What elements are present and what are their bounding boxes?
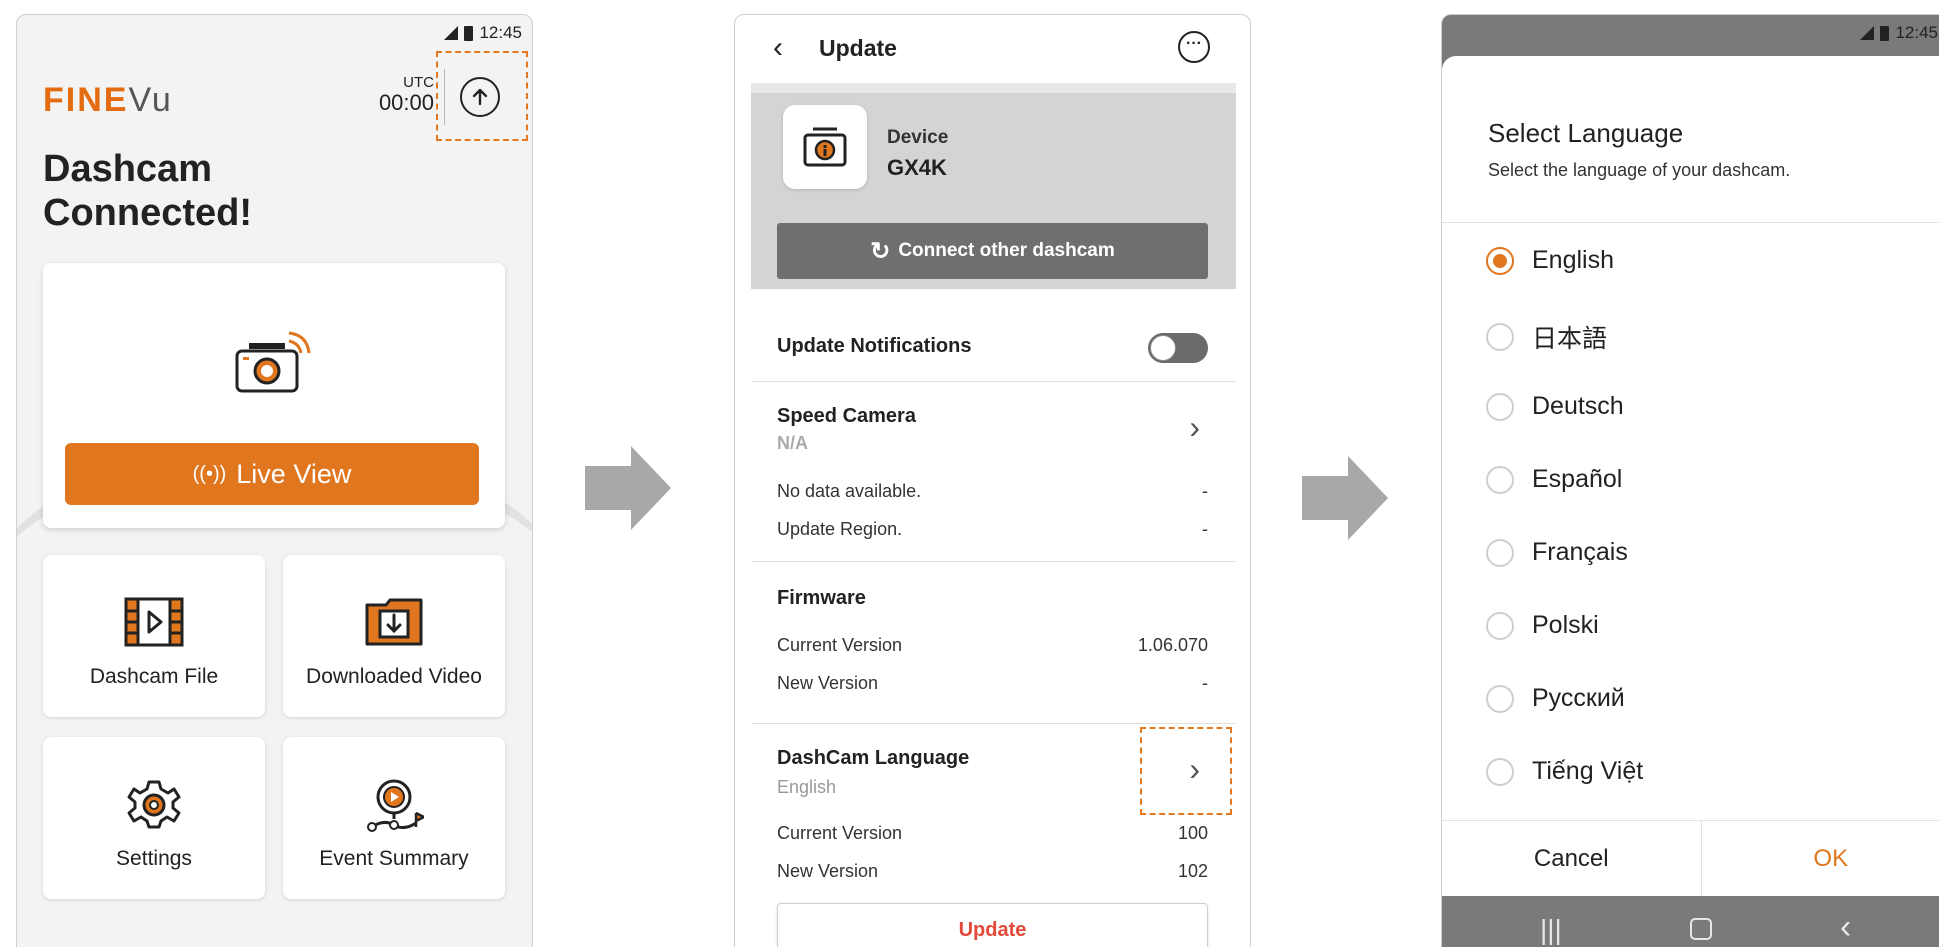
divider <box>444 69 445 125</box>
tile-label: Downloaded Video <box>306 665 482 688</box>
update-button[interactable]: Update <box>777 903 1208 947</box>
arrow-up-icon <box>472 88 488 106</box>
live-view-button[interactable]: ((•)) Live View <box>65 443 479 505</box>
select-language-screen: 12:45 Select Language Select the languag… <box>1441 14 1939 947</box>
broadcast-icon: ((•)) <box>192 462 227 485</box>
page-title: Dashcam Connected! <box>43 148 252 234</box>
radio[interactable] <box>1486 684 1514 713</box>
device-name: GX4K <box>887 155 947 180</box>
kv-row: Current Version 100 <box>777 823 1208 843</box>
kv-row: Update Region. - <box>777 519 1208 539</box>
speed-camera-chevron-icon[interactable]: › <box>1189 409 1200 446</box>
tile-label: Event Summary <box>319 847 469 870</box>
radio[interactable] <box>1486 465 1514 494</box>
utc-time: 00:00 <box>378 90 434 115</box>
flow-arrow-icon <box>585 446 671 530</box>
speed-camera-title: Speed Camera <box>777 405 916 427</box>
dialog-title: Select Language <box>1488 118 1684 148</box>
back-chevron-icon[interactable]: ‹ <box>773 31 783 65</box>
connect-label: Connect other dashcam <box>898 240 1115 261</box>
language-option[interactable]: English <box>1486 246 1614 275</box>
language-option[interactable]: Français <box>1486 538 1628 567</box>
divider <box>751 381 1236 382</box>
language-highlight-box <box>1140 727 1232 815</box>
update-notifications-toggle[interactable] <box>1148 333 1208 363</box>
radio[interactable] <box>1486 611 1514 640</box>
signal-icon <box>1860 26 1875 40</box>
radio[interactable] <box>1486 538 1514 567</box>
update-screen: ‹ Update ··· Device GX4K ↻ Connect other… <box>734 14 1251 947</box>
update-notifications-label: Update Notifications <box>777 335 972 357</box>
language-chevron-icon[interactable]: › <box>1189 751 1200 788</box>
connect-other-dashcam-button[interactable]: ↻ Connect other dashcam <box>777 223 1208 279</box>
language-option[interactable]: Tiếng Việt <box>1486 757 1643 786</box>
language-option[interactable]: Español <box>1486 465 1622 494</box>
tile-dashcam-file[interactable]: Dashcam File <box>43 555 265 717</box>
cancel-button[interactable]: Cancel <box>1442 821 1702 896</box>
event-summary-icon <box>364 779 427 832</box>
radio-selected[interactable] <box>1486 246 1514 275</box>
radio[interactable] <box>1486 757 1514 786</box>
more-options-button[interactable]: ··· <box>1178 31 1210 63</box>
status-time: 12:45 <box>1895 23 1938 42</box>
tile-settings[interactable]: Settings <box>43 737 265 899</box>
upload-highlight-box <box>436 51 528 141</box>
finevu-logo: FINEVu <box>43 81 173 119</box>
utc-label: UTC <box>403 74 434 91</box>
live-view-label: Live View <box>236 458 352 489</box>
status-bar: 12:45 <box>444 23 522 43</box>
language-option[interactable]: Polski <box>1486 611 1599 640</box>
radio[interactable] <box>1486 392 1514 421</box>
page-title: Update <box>819 35 897 61</box>
tile-label: Dashcam File <box>89 665 219 688</box>
kv-row: No data available. - <box>777 481 1208 501</box>
flow-arrow-icon <box>1302 456 1388 540</box>
home-screen: 12:45 FINEVu UTC 00:00 Dashcam Connected… <box>16 14 533 947</box>
firmware-title: Firmware <box>777 587 866 609</box>
film-icon <box>124 597 184 647</box>
tile-downloaded-video[interactable]: Downloaded Video <box>283 555 505 717</box>
update-content: Device GX4K ↻ Connect other dashcam Upda… <box>751 83 1236 947</box>
recent-apps-icon[interactable]: ||| <box>1540 914 1562 946</box>
device-panel: Device GX4K ↻ Connect other dashcam <box>751 83 1236 289</box>
speed-camera-status: N/A <box>777 433 808 453</box>
tile-event-summary[interactable]: Event Summary <box>283 737 505 899</box>
toggle-knob <box>1150 335 1176 361</box>
divider <box>751 723 1236 724</box>
header: ‹ Update ··· <box>735 15 1250 83</box>
battery-icon <box>1880 25 1890 41</box>
kv-row: Current Version 1.06.070 <box>777 635 1208 655</box>
signal-icon <box>444 26 459 40</box>
device-label: Device <box>887 127 949 148</box>
dialog-buttons: Cancel OK <box>1442 820 1939 896</box>
back-icon[interactable]: ‹ <box>1840 908 1851 947</box>
home-icon[interactable] <box>1690 918 1712 940</box>
status-bar: 12:45 <box>1860 23 1938 43</box>
download-folder-icon <box>364 597 424 647</box>
dashcam-language-current: English <box>777 777 837 797</box>
divider <box>751 561 1236 562</box>
language-dialog: Select Language Select the language of y… <box>1442 56 1939 896</box>
android-nav-bar: ||| ‹ <box>1442 896 1939 947</box>
dialog-subtitle: Select the language of your dashcam. <box>1488 160 1791 180</box>
language-option[interactable]: Русский <box>1486 684 1625 713</box>
dashcam-info-icon <box>783 105 867 189</box>
language-option[interactable]: Deutsch <box>1486 392 1624 421</box>
live-view-card: ((•)) Live View <box>43 263 505 528</box>
utc-clock: UTC 00:00 <box>379 75 434 114</box>
radio[interactable] <box>1486 323 1514 351</box>
battery-icon <box>464 25 474 41</box>
language-option[interactable]: 日本語 <box>1486 319 1607 355</box>
kv-row: New Version - <box>777 673 1208 693</box>
tile-label: Settings <box>116 847 192 870</box>
dashcam-language-title: DashCam Language <box>777 747 970 769</box>
divider <box>1442 222 1939 223</box>
gear-icon <box>124 779 184 829</box>
ok-button[interactable]: OK <box>1701 821 1939 896</box>
kv-row: New Version 102 <box>777 861 1208 881</box>
refresh-icon: ↻ <box>870 237 891 265</box>
wifi-camera-icon <box>229 327 319 397</box>
status-time: 12:45 <box>479 23 522 42</box>
firmware-upload-button[interactable] <box>460 77 500 117</box>
